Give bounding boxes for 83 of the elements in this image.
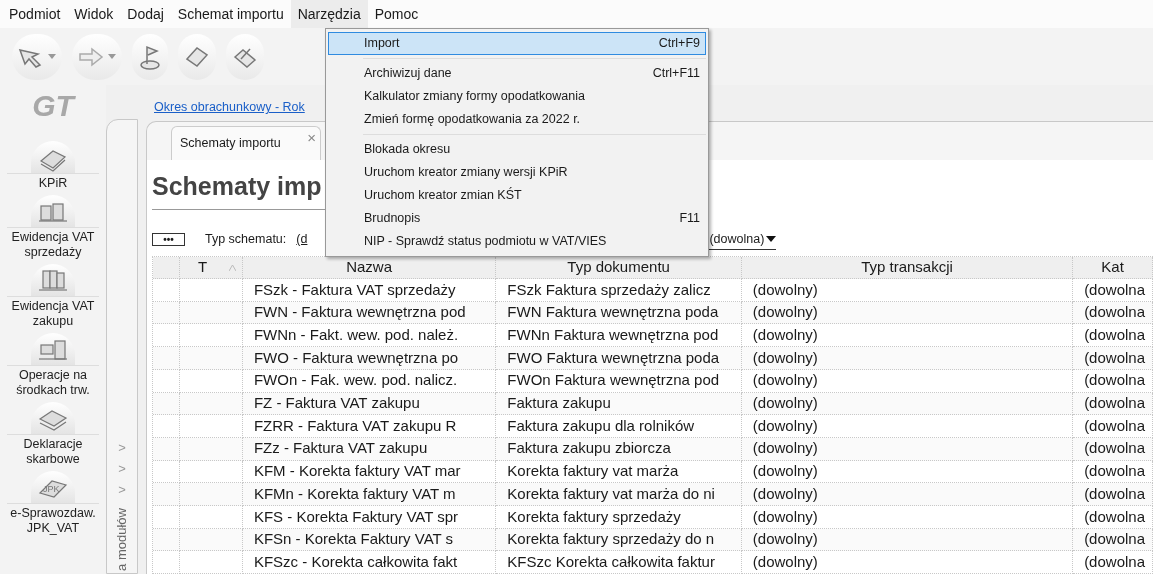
table-cell xyxy=(180,505,243,529)
menu-item[interactable]: Narzędzia xyxy=(290,0,368,28)
table-cell: KFSzc - Korekta całkowita fakt xyxy=(242,551,497,574)
period-link[interactable]: Okres obrachunkowy - Rok xyxy=(154,98,305,117)
menu-item[interactable]: Pomoc xyxy=(367,0,426,28)
badge-label: JPK xyxy=(43,485,60,494)
caret-icon xyxy=(108,54,116,59)
table-cell: FZRR - Faktura VAT zakupu R xyxy=(242,415,497,438)
menu-entry[interactable]: Blokada okresu xyxy=(328,138,706,161)
table-cell: Faktura zakupu dla rolników xyxy=(496,415,742,438)
menu-item[interactable]: Widok xyxy=(67,0,121,28)
table-cell: Faktura zakupu zbiorcza xyxy=(496,437,742,461)
table-cell: FWO Faktura wewnętrzna poda xyxy=(496,347,742,370)
table-cell: FWOn Faktura wewnętrzna pod xyxy=(496,369,742,393)
table-cell xyxy=(180,369,243,393)
table-cell: (dowolna xyxy=(1073,347,1153,370)
tab-close[interactable]: × xyxy=(307,127,316,150)
menu-entry[interactable]: Import Ctrl+F9 xyxy=(328,32,706,55)
menu-entry[interactable]: Uruchom kreator zmian KŚT xyxy=(328,184,706,207)
table-cell: Korekta faktury vat marża do ni xyxy=(496,483,742,506)
sidebar-item[interactable]: KPiR xyxy=(0,141,106,191)
menu-entry[interactable]: Kalkulator zmiany formy opodatkowania xyxy=(328,85,706,108)
table-cell: (dowolny) xyxy=(741,437,1074,461)
table-cell: KFS - Korekta Faktury VAT spr xyxy=(242,505,497,529)
sort-icon xyxy=(228,264,236,271)
filter-value[interactable]: (dowolna) xyxy=(709,229,765,249)
table-cell: (dowolna xyxy=(1073,279,1153,302)
table-cell: KFMn - Korekta faktury VAT m xyxy=(242,483,497,506)
strip-label: a modułów xyxy=(113,508,131,571)
table-cell: (dowolna xyxy=(1073,415,1153,438)
table-cell xyxy=(180,483,243,506)
menu-entry[interactable]: Uruchom kreator zmiany wersji KPiR xyxy=(328,161,706,184)
sidebar-item[interactable]: Ewidencja VAT sprzedaży xyxy=(0,195,106,260)
page-heading: Schematy imp xyxy=(152,172,322,200)
table-cell: (dowolny) xyxy=(741,505,1074,529)
more-button[interactable]: ••• xyxy=(152,233,185,247)
menu-item[interactable]: Schemat importu xyxy=(170,0,291,28)
table-cell: FSzk - Faktura VAT sprzedaży xyxy=(242,279,497,302)
table-cell: (dowolna xyxy=(1073,437,1153,461)
table-cell xyxy=(153,369,180,393)
table-cell: (dowolna xyxy=(1073,505,1153,529)
menu-item[interactable]: Podmiot xyxy=(2,0,68,28)
flag-icon xyxy=(138,43,162,70)
table-cell: FWOn - Fak. wew. pod. nalicz. xyxy=(242,369,497,393)
menu-item[interactable]: Dodaj xyxy=(120,0,171,28)
table-cell xyxy=(180,437,243,461)
sidebar-item[interactable]: Ewidencja VAT zakupu xyxy=(0,264,106,329)
table-cell: (dowolny) xyxy=(741,415,1074,438)
tab-label: Schematy importu xyxy=(180,135,281,153)
table-cell xyxy=(153,437,180,461)
sidebar-item[interactable]: Operacje na środkach trw. xyxy=(0,333,106,398)
table-cell: (dowolna xyxy=(1073,369,1153,393)
table-cell: (dowolna xyxy=(1073,551,1153,574)
table-cell xyxy=(153,505,180,529)
table-cell: FSzk Faktura sprzedaży zalicz xyxy=(496,279,742,302)
table-cell: (dowolna xyxy=(1073,483,1153,506)
table-cell xyxy=(180,415,243,438)
caret-icon xyxy=(766,236,777,243)
menu-entry[interactable]: Zmień formę opodatkowania za 2022 r. xyxy=(328,108,706,131)
sidebar-item[interactable]: Deklaracje skarbowe xyxy=(0,402,106,467)
filter-value[interactable]: (d xyxy=(296,230,308,250)
table-cell: (dowolny) xyxy=(741,279,1074,302)
tab[interactable]: Schematy importu × xyxy=(171,126,321,160)
table-cell: Korekta faktury sprzedaży xyxy=(496,505,742,529)
menu-entry[interactable]: Archiwizuj dane Ctrl+F11 xyxy=(328,62,706,85)
table-cell: (dowolny) xyxy=(741,551,1074,574)
table-cell: (dowolny) xyxy=(741,369,1074,393)
table-cell: (dowolny) xyxy=(741,347,1074,370)
arrow-icon xyxy=(78,45,104,68)
table-cell xyxy=(180,347,243,370)
sidebar-item[interactable]: JPK e-Sprawozdaw. JPK_VAT xyxy=(0,471,106,536)
caret-icon xyxy=(48,54,56,59)
filter-label: Typ schematu: xyxy=(205,231,287,249)
eraser-icon xyxy=(184,44,210,69)
table-cell xyxy=(180,551,243,574)
menu-entry[interactable]: Brudnopis F11 xyxy=(328,207,706,230)
menu-entry[interactable]: NIP - Sprawdź status podmiotu w VAT/VIES xyxy=(328,230,706,253)
table-cell: FWO - Faktura wewnętrzna po xyxy=(242,347,497,370)
logo: GT xyxy=(32,91,74,121)
table-cell: (dowolny) xyxy=(741,483,1074,506)
table-cell xyxy=(180,279,243,302)
table-cell: FZz - Faktura VAT zakupu xyxy=(242,437,497,461)
table-cell: KFSzc Korekta całkowita faktur xyxy=(496,551,742,574)
